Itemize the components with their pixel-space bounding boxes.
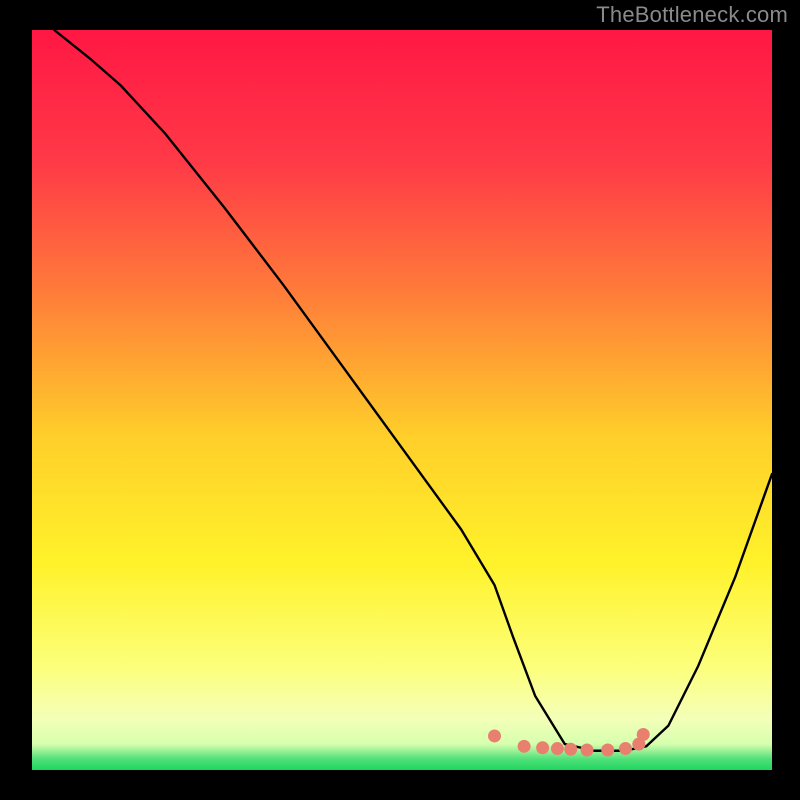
highlight-point xyxy=(637,728,650,741)
chart-frame: TheBottleneck.com xyxy=(0,0,800,800)
highlight-point xyxy=(488,729,501,742)
chart-svg xyxy=(32,30,772,770)
highlight-point xyxy=(619,742,632,755)
highlight-point xyxy=(601,744,614,757)
background-gradient xyxy=(32,30,772,770)
highlight-point xyxy=(518,740,531,753)
highlight-point xyxy=(564,743,577,756)
highlight-point xyxy=(536,741,549,754)
watermark-text: TheBottleneck.com xyxy=(596,2,788,28)
highlight-point xyxy=(551,742,564,755)
highlight-point xyxy=(581,744,594,757)
plot-area xyxy=(32,30,772,770)
